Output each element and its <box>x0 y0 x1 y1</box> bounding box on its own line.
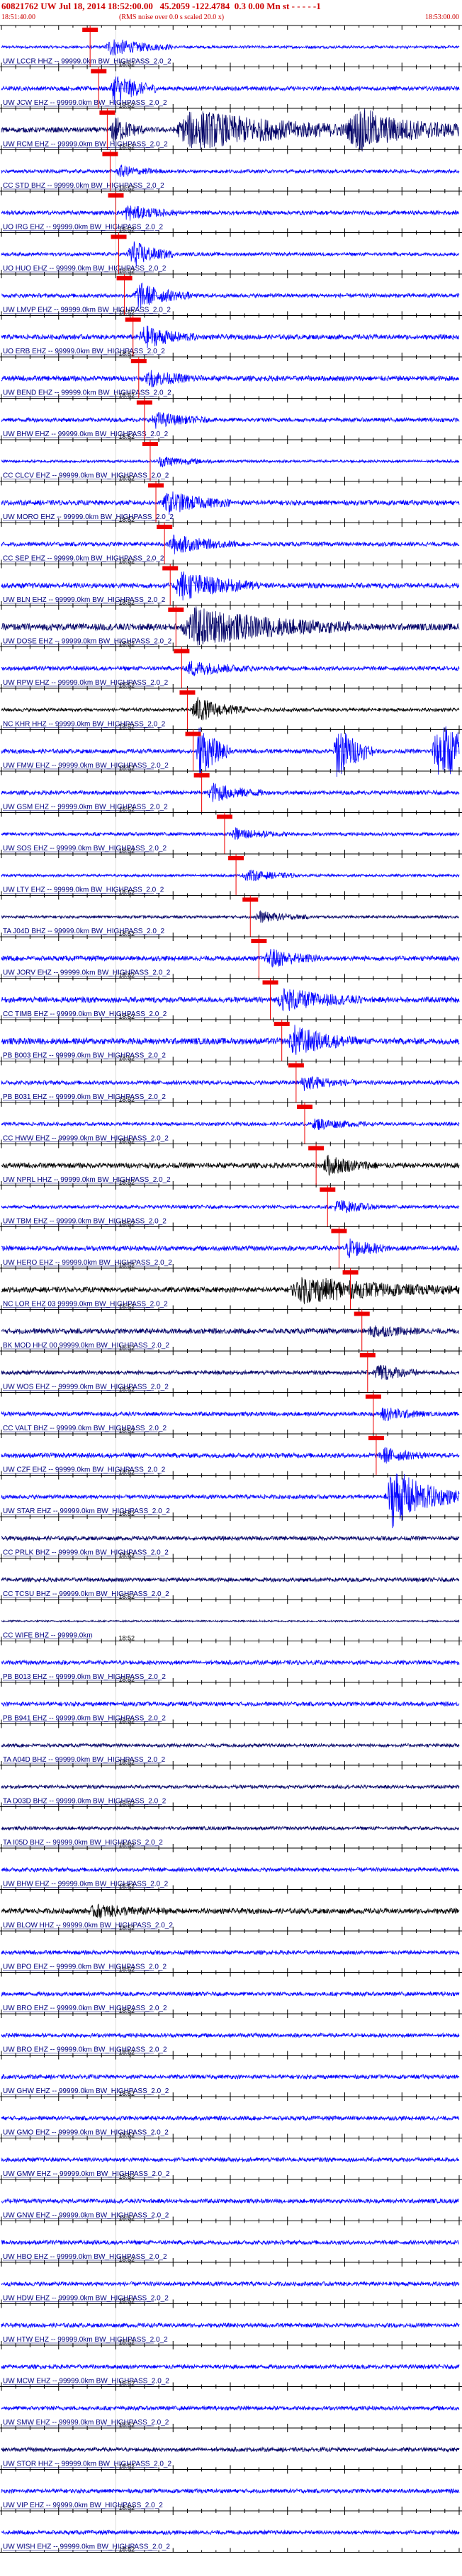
station-label: CC TCSU BHZ -- 99999.0km BW_HIGHPASS_2.0… <box>3 1590 169 1598</box>
station-label: CC HWW EHZ -- 99999.0km BW_HIGHPASS_2.0_… <box>3 1135 169 1143</box>
station-label: UW LMVP EHZ -- 99999.0km BW_HIGHPASS_2.0… <box>3 307 171 314</box>
station-label: UW WISH EHZ -- 99999.0km BW_HIGHPASS_2.0… <box>3 2543 170 2551</box>
waveform-trace <box>1 697 460 721</box>
waveform-trace <box>1 164 460 177</box>
waveform-trace <box>1 283 460 308</box>
station-label: UW BRO EHZ -- 99999.0km BW_HIGHPASS_2.0_… <box>3 2046 167 2054</box>
station-label: UW GMW EHZ -- 99999.0km BW_HIGHPASS_2.0_… <box>3 2170 170 2178</box>
station-label: UW GHW EHZ -- 99999.0km BW_HIGHPASS_2.0_… <box>3 2087 169 2095</box>
station-label: NC KHR HHZ -- 99999.0km BW_HIGHPASS_2.0_… <box>3 721 166 729</box>
station-label: UW GSM EHZ -- 99999.0km BW_HIGHPASS_2.0_… <box>3 804 168 811</box>
waveform-trace <box>1 534 460 554</box>
station-label: UO IRG EHZ -- 99999.0km BW_HIGHPASS_2.0_… <box>3 224 163 232</box>
waveform-trace <box>1 1025 460 1055</box>
station-label: UO HUO EHZ -- 99999.0km BW_HIGHPASS_2.0_… <box>3 265 167 273</box>
station-label: UW SMW EHZ -- 99999.0km BW_HIGHPASS_2.0_… <box>3 2419 169 2427</box>
waveform-trace <box>1 827 460 840</box>
station-label: UW SOS EHZ -- 99999.0km BW_HIGHPASS_2.0_… <box>3 845 167 853</box>
station-label: PB B013 EHZ -- 99999.0km BW_HIGHPASS_2.0… <box>3 1673 166 1681</box>
station-label: CC WIFE BHZ -- 99999.0km <box>3 1632 93 1640</box>
station-label: CC VALT BHZ -- 99999.0km BW_HIGHPASS_2.0… <box>3 1425 167 1432</box>
station-label: UW HBO EHZ -- 99999.0km BW_HIGHPASS_2.0_… <box>3 2253 167 2261</box>
station-label: TA J04D BHZ -- 99999.0km BW_HIGHPASS_2.0… <box>3 928 164 935</box>
station-label: UW DOSE EHZ -- 99999.0km BW_HIGHPASS_2.0… <box>3 638 172 646</box>
station-label: UO ERB EHZ -- 99999.0km BW_HIGHPASS_2.0_… <box>3 348 165 355</box>
station-label: UW RPW EHZ -- 99999.0km BW_HIGHPASS_2.0_… <box>3 679 169 687</box>
station-label: UW BLOW HHZ -- 99999.0km BW_HIGHPASS_2.0… <box>3 1922 173 1930</box>
station-label: UW BHW EHZ -- 99999.0km BW_HIGHPASS_2.0_… <box>3 431 169 438</box>
station-label: TA I05D BHZ -- 99999.0km BW_HIGHPASS_2.0… <box>3 1839 163 1847</box>
station-label: UW STOR HHZ -- 99999.0km BW_HIGHPASS_2.0… <box>3 2461 171 2468</box>
station-label: TA D03D BHZ -- 99999.0km BW_HIGHPASS_2.0… <box>3 1798 167 1806</box>
station-label: UW LCCR HHZ -- 99999.0km BW_HIGHPASS_2.0… <box>3 58 171 66</box>
station-label: CC PRLK BHZ -- 99999.0km BW_HIGHPASS_2.0… <box>3 1549 169 1557</box>
station-label: UW VIP EHZ -- 99999.0km BW_HIGHPASS_2.0_… <box>3 2502 163 2509</box>
station-label: NC LOR EHZ 03 99999.0km BW_HIGHPASS_2.0_… <box>3 1301 168 1309</box>
waveform-trace <box>1 1154 460 1176</box>
station-label: UW JCW EHZ -- 99999.0km BW_HIGHPASS_2.0_… <box>3 99 167 107</box>
station-label: UW LTY EHZ -- 99999.0km BW_HIGHPASS_2.0_… <box>3 887 164 894</box>
station-label: PB B941 EHZ -- 99999.0km BW_HIGHPASS_2.0… <box>3 1715 166 1723</box>
station-label: BK MOD HHZ 00 99999.0km BW_HIGHPASS_2.0_… <box>3 1342 169 1350</box>
station-label: UW BRO EHZ -- 99999.0km BW_HIGHPASS_2.0_… <box>3 2005 167 2012</box>
waveform-trace <box>1 491 460 515</box>
station-label: UW BEND EHZ -- 99999.0km BW_HIGHPASS_2.0… <box>3 389 171 397</box>
waveform-trace <box>1 1076 460 1091</box>
waveform-trace <box>1 456 460 467</box>
waveform-trace <box>1 205 460 221</box>
station-label: UW HERO EHZ -- 99999.0km BW_HIGHPASS_2.0… <box>3 1259 172 1267</box>
station-label: UW STAR EHZ -- 99999.0km BW_HIGHPASS_2.0… <box>3 1508 170 1515</box>
station-label: UW BHW EHZ -- 99999.0km BW_HIGHPASS_2.0_… <box>3 1881 169 1888</box>
station-label: UW GMO EHZ -- 99999.0km BW_HIGHPASS_2.0_… <box>3 2129 169 2137</box>
station-label: UW HTW EHZ -- 99999.0km BW_HIGHPASS_2.0_… <box>3 2336 168 2344</box>
waveform-trace <box>1 1325 460 1338</box>
station-label: UW JORV EHZ -- 99999.0km BW_HIGHPASS_2.0… <box>3 969 171 977</box>
waveform-trace <box>1 39 460 56</box>
station-label: PB B031 EHZ -- 99999.0km BW_HIGHPASS_2.0… <box>3 1093 166 1101</box>
station-label: CC SEP EHZ -- 99999.0km BW_HIGHPASS_2.0_… <box>3 555 164 563</box>
station-label: UW CZF EHZ -- 99999.0km BW_HIGHPASS_2.0_… <box>3 1466 166 1474</box>
station-label: UW RCM EHZ -- 99999.0km BW_HIGHPASS_2.0_… <box>3 141 168 149</box>
station-label: PB B003 EHZ -- 99999.0km BW_HIGHPASS_2.0… <box>3 1052 166 1060</box>
station-label: UW HDW EHZ -- 99999.0km BW_HIGHPASS_2.0_… <box>3 2295 169 2303</box>
station-label: UW TBM EHZ -- 99999.0km BW_HIGHPASS_2.0_… <box>3 1218 167 1226</box>
station-label: CC STD BHZ -- 99999.0km BW_HIGHPASS_2.0_… <box>3 182 164 190</box>
waveform-trace <box>1 370 460 387</box>
station-label: UW WOS EHZ -- 99999.0km BW_HIGHPASS_2.0_… <box>3 1384 169 1391</box>
waveform-trace <box>1 1118 460 1131</box>
waveform-trace <box>1 412 460 429</box>
waveform-trace <box>1 1408 460 1422</box>
station-label: CC TIMB EHZ -- 99999.0km BW_HIGHPASS_2.0… <box>3 1010 167 1018</box>
station-label: UW GNW EHZ -- 99999.0km BW_HIGHPASS_2.0_… <box>3 2212 169 2220</box>
station-label: UW MCW EHZ -- 99999.0km BW_HIGHPASS_2.0_… <box>3 2378 169 2386</box>
station-label: UW BPO EHZ -- 99999.0km BW_HIGHPASS_2.0_… <box>3 1964 167 1971</box>
seismogram-chart: UW LCCR HHZ -- 99999.0km BW_HIGHPASS_2.0… <box>0 25 462 2553</box>
station-label: UW BLN EHZ -- 99999.0km BW_HIGHPASS_2.0_… <box>3 596 166 604</box>
waveform-trace <box>1 1199 460 1214</box>
station-label: UW FMW EHZ -- 99999.0km BW_HIGHPASS_2.0_… <box>3 762 169 770</box>
station-label: CC CLCV EHZ -- 99999.0km BW_HIGHPASS_2.0… <box>3 472 169 480</box>
station-label: UW NPRL HHZ -- 99999.0km BW_HIGHPASS_2.0… <box>3 1176 171 1184</box>
station-label: TA A04D BHZ -- 99999.0km BW_HIGHPASS_2.0… <box>3 1756 166 1764</box>
station-label: UW MORO EHZ -- 99999.0km BW_HIGHPASS_2.0… <box>3 513 174 521</box>
